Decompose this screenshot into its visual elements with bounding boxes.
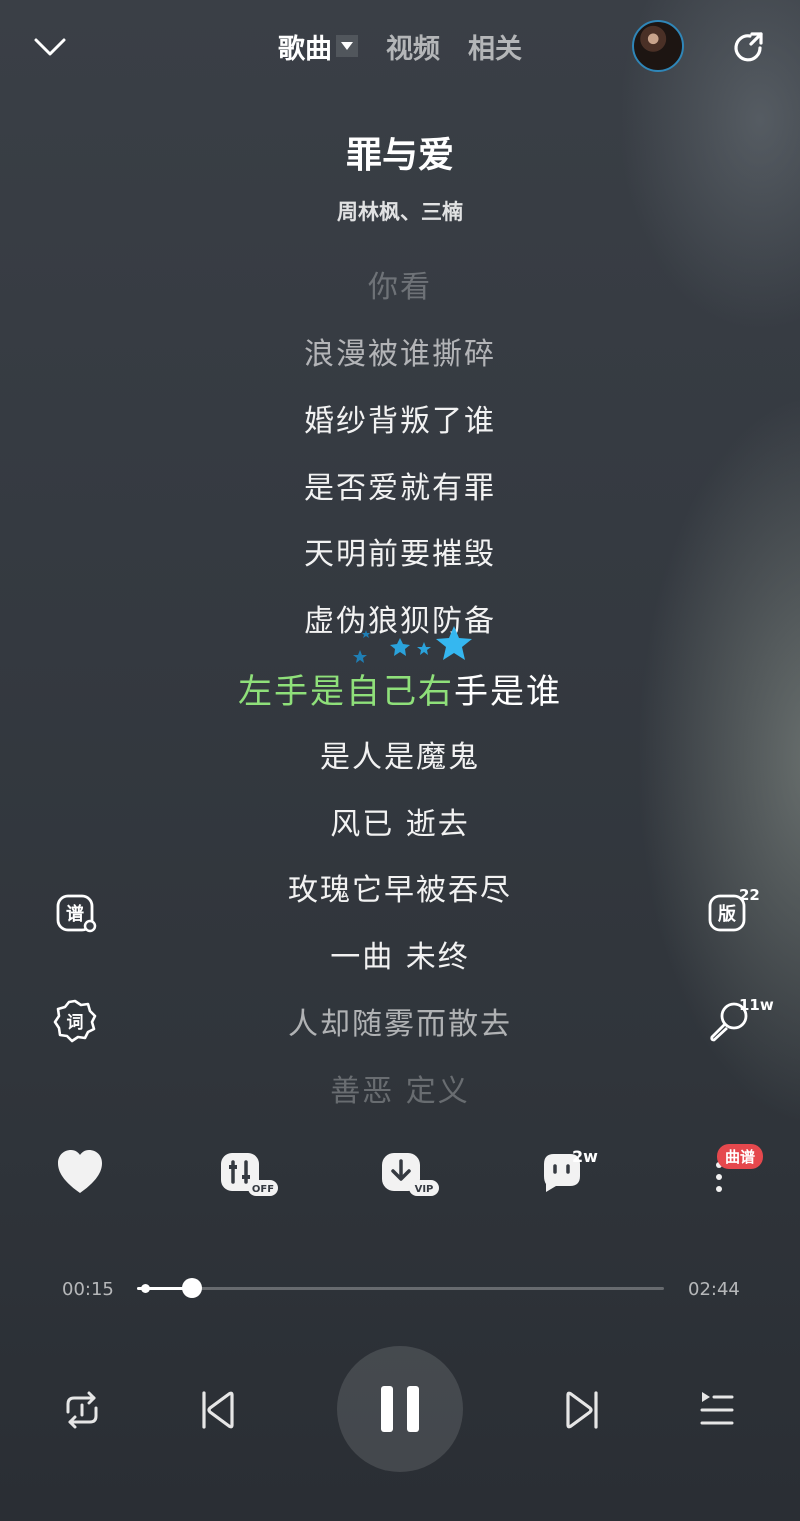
sheet-music-icon: 谱 [56,894,97,933]
tab-related-label: 相关 [468,33,522,65]
sheet-music-badge[interactable]: 曲谱 [717,1144,764,1169]
repeat-mode-icon[interactable] [58,1386,106,1434]
progress-track[interactable] [137,1287,664,1290]
song-title: 罪与爱 [345,135,454,176]
tab-videos-label: 视频 [386,33,440,65]
lyric-line[interactable]: 风已 逝去 [0,799,800,843]
pause-button[interactable] [337,1346,463,1472]
current-time: 00:15 [62,1279,114,1300]
progress-thumb[interactable] [182,1278,203,1298]
pause-icon-bar-right [407,1386,419,1432]
download-icon: VIP [382,1153,439,1196]
lyrics-poster-button[interactable]: 词 [52,998,97,1043]
dropdown-caret-icon[interactable] [336,35,358,57]
equalizer-icon: OFF [221,1153,278,1196]
download-tag: VIP [415,1184,434,1195]
current-lyric-line[interactable]: 左手是自己右手是谁 [0,664,800,713]
versions-icon-label: 版 [718,903,736,925]
tab-videos[interactable]: 视频 [386,27,440,66]
tab-related[interactable]: 相关 [468,27,522,66]
progress-start-marker [141,1284,150,1293]
karaoke-count: 11w [739,996,774,1014]
current-lyric-sung: 左手是自己右 [238,672,454,712]
tab-songs[interactable]: 歌曲 [278,27,358,66]
song-artist[interactable]: 周林枫、三楠 [0,196,800,226]
lyric-line[interactable]: 人却随雾而散去 [0,999,800,1043]
current-lyric-rest: 手是谁 [454,672,562,712]
playlist-icon[interactable] [692,1386,740,1434]
lyric-line[interactable]: 你看 [0,262,800,306]
total-time: 02:44 [688,1279,740,1300]
lyric-line[interactable]: 天明前要摧毁 [0,529,800,573]
next-track-icon[interactable] [558,1386,606,1434]
comment-count: 2w [572,1147,598,1166]
lyric-line[interactable]: 是人是魔鬼 [0,732,800,776]
previous-track-icon[interactable] [194,1386,242,1434]
lyric-line[interactable]: 玫瑰它早被吞尽 [0,865,800,909]
sheet-music-button[interactable]: 谱 [54,892,98,936]
lyric-line[interactable]: 浪漫被谁撕碎 [0,329,800,373]
lyric-line[interactable]: 一曲 未终 [0,932,800,976]
download-button[interactable]: VIP [379,1150,443,1210]
tab-songs-label: 歌曲 [278,33,332,65]
lyrics-badge-icon: 词 [53,999,97,1043]
lyrics-badge-label: 词 [67,1013,84,1033]
like-heart-icon[interactable] [50,1143,110,1203]
lyric-line[interactable]: 是否爱就有罪 [0,463,800,507]
lyric-line[interactable]: 善恶 定义 [0,1066,800,1110]
share-icon[interactable] [730,28,768,66]
lyric-line[interactable]: 婚纱背叛了谁 [0,396,800,440]
versions-count: 22 [739,886,760,904]
pause-icon-bar-left [381,1386,393,1432]
sound-effect-tag: OFF [252,1184,274,1195]
sound-effect-button[interactable]: OFF [218,1150,282,1210]
artist-avatar[interactable] [632,20,684,72]
sheet-music-icon-label: 谱 [66,903,84,925]
